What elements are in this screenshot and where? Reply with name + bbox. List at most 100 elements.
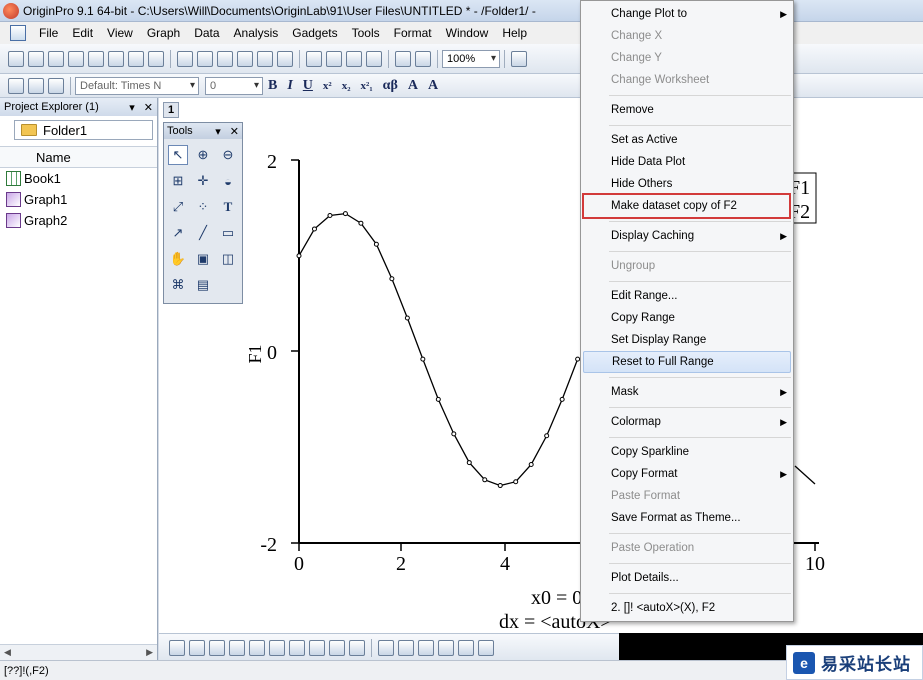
polar-plot-icon[interactable] <box>309 639 325 656</box>
print-icon[interactable] <box>511 50 527 67</box>
new-graph-icon[interactable] <box>68 50 84 67</box>
pin-icon[interactable]: ▾ <box>129 102 135 114</box>
font-color-button[interactable]: A <box>428 78 438 94</box>
menu-item-copy-range[interactable]: Copy Range <box>581 307 793 329</box>
data-point-f1[interactable] <box>544 433 550 439</box>
name-column-header[interactable]: Name <box>0 146 157 168</box>
insert-graph-icon[interactable]: ▣ <box>193 249 213 269</box>
import-icon[interactable] <box>306 50 322 67</box>
menu-item-plot-f2[interactable]: 2. []! <autoX>(X), F2 <box>581 597 793 619</box>
menu-item-remove[interactable]: Remove <box>581 99 793 121</box>
template-library-icon[interactable] <box>349 639 365 656</box>
italic-button[interactable]: I <box>287 78 292 94</box>
menu-item-edit-range[interactable]: Edit Range... <box>581 285 793 307</box>
data-point-f1[interactable] <box>420 356 426 362</box>
menu-help[interactable]: Help <box>495 26 534 40</box>
paste-icon[interactable] <box>48 77 64 94</box>
data-point-f1[interactable] <box>466 460 472 466</box>
list-item-book1[interactable]: Book1 <box>0 168 157 189</box>
column-plot-icon[interactable] <box>229 639 245 656</box>
3d-plot-icon[interactable] <box>378 639 394 656</box>
data-point-f1[interactable] <box>435 396 441 402</box>
menu-tools[interactable]: Tools <box>345 26 387 40</box>
list-item-graph2[interactable]: Graph2 <box>0 210 157 231</box>
superscript-button[interactable]: x² <box>323 80 332 92</box>
cut-icon[interactable] <box>8 77 24 94</box>
menu-item-hide-others[interactable]: Hide Others <box>581 173 793 195</box>
recalculate-icon[interactable] <box>415 50 431 67</box>
hand-tool-icon[interactable]: ✋ <box>168 249 188 269</box>
new-notes-icon[interactable] <box>148 50 164 67</box>
batch-icon[interactable] <box>366 50 382 67</box>
contour-plot-icon[interactable] <box>249 639 265 656</box>
horizontal-scrollbar[interactable]: ◀ ▶ <box>0 644 157 660</box>
menu-item-copy-format[interactable]: Copy Format ▶ <box>581 463 793 485</box>
data-point-f1[interactable] <box>327 213 333 219</box>
save-icon[interactable] <box>237 50 253 67</box>
open-excel-icon[interactable] <box>217 50 233 67</box>
arrow-tool-icon[interactable]: ↗ <box>168 223 188 243</box>
supsub-button[interactable]: x²₁ <box>361 80 373 92</box>
layer-tab[interactable]: 1 <box>163 102 179 118</box>
folder-selector[interactable]: Folder1 <box>14 120 153 140</box>
save-template-icon[interactable] <box>257 50 273 67</box>
data-point-f1[interactable] <box>389 276 395 282</box>
font-name-select[interactable]: Default: Times N <box>75 76 199 95</box>
box-plot-icon[interactable] <box>269 639 285 656</box>
menu-gadgets[interactable]: Gadgets <box>285 26 344 40</box>
new-function-icon[interactable] <box>108 50 124 67</box>
menu-item-set-as-active[interactable]: Set as Active <box>581 129 793 151</box>
export-icon[interactable] <box>277 50 293 67</box>
menu-edit[interactable]: Edit <box>65 26 100 40</box>
data-point-f1[interactable] <box>482 477 488 483</box>
new-layout-icon[interactable] <box>128 50 144 67</box>
menu-item-colormap[interactable]: Colormap ▶ <box>581 411 793 433</box>
area-plot-icon[interactable] <box>289 639 305 656</box>
copy-icon[interactable] <box>28 77 44 94</box>
document-icon[interactable] <box>10 25 26 41</box>
3d-bar-icon[interactable] <box>438 639 454 656</box>
menu-item-reset-to-full-range[interactable]: Reset to Full Range <box>583 351 791 373</box>
close-icon[interactable]: ✕ <box>144 102 153 114</box>
menu-item-hide-data-plot[interactable]: Hide Data Plot <box>581 151 793 173</box>
scroll-right-icon[interactable]: ▶ <box>146 647 153 658</box>
clipboard-tool-icon[interactable]: ▤ <box>193 275 213 295</box>
menu-item-plot-details[interactable]: Plot Details... <box>581 567 793 589</box>
zoom-in-tool-icon[interactable]: ⊕ <box>193 145 213 165</box>
dropdown-icon[interactable]: ▾ <box>215 126 221 138</box>
mask-tool-icon[interactable]: ⤢ <box>168 197 188 217</box>
line-plot-icon[interactable] <box>169 639 185 656</box>
data-point-f1[interactable] <box>342 211 348 217</box>
menu-graph[interactable]: Graph <box>140 26 187 40</box>
scroll-left-icon[interactable]: ◀ <box>4 647 11 658</box>
list-item-graph1[interactable]: Graph1 <box>0 189 157 210</box>
screen-reader-icon[interactable]: ⊞ <box>168 171 188 191</box>
menu-item-change-plot-to[interactable]: Change Plot to ▶ <box>581 3 793 25</box>
stock-plot-icon[interactable] <box>329 639 345 656</box>
font-size-select[interactable]: 0 <box>205 76 263 95</box>
menu-item-copy-sparkline[interactable]: Copy Sparkline <box>581 441 793 463</box>
line-symbol-plot-icon[interactable] <box>209 639 225 656</box>
subscript-button[interactable]: x₂ <box>342 80 351 92</box>
data-point-f1[interactable] <box>497 483 503 489</box>
menu-view[interactable]: View <box>100 26 140 40</box>
duplicate-icon[interactable] <box>395 50 411 67</box>
data-point-f1[interactable] <box>513 479 519 485</box>
menu-item-mask[interactable]: Mask ▶ <box>581 381 793 403</box>
new-workbook-icon[interactable] <box>28 50 44 67</box>
underline-button[interactable]: U <box>303 78 313 94</box>
open-icon[interactable] <box>177 50 193 67</box>
data-point-f1[interactable] <box>358 220 364 226</box>
menu-data[interactable]: Data <box>187 26 226 40</box>
scatter-plot-icon[interactable] <box>189 639 205 656</box>
menu-analysis[interactable]: Analysis <box>227 26 286 40</box>
menu-item-save-format-as-theme[interactable]: Save Format as Theme... <box>581 507 793 529</box>
import-ascii-icon[interactable] <box>346 50 362 67</box>
close-icon[interactable]: ✕ <box>230 126 239 138</box>
3d-surface-icon[interactable] <box>398 639 414 656</box>
data-point-f1[interactable] <box>296 253 302 259</box>
3d-wire-icon[interactable] <box>418 639 434 656</box>
data-point-f1[interactable] <box>404 315 410 321</box>
new-project-icon[interactable] <box>8 50 24 67</box>
new-matrix-icon[interactable] <box>88 50 104 67</box>
